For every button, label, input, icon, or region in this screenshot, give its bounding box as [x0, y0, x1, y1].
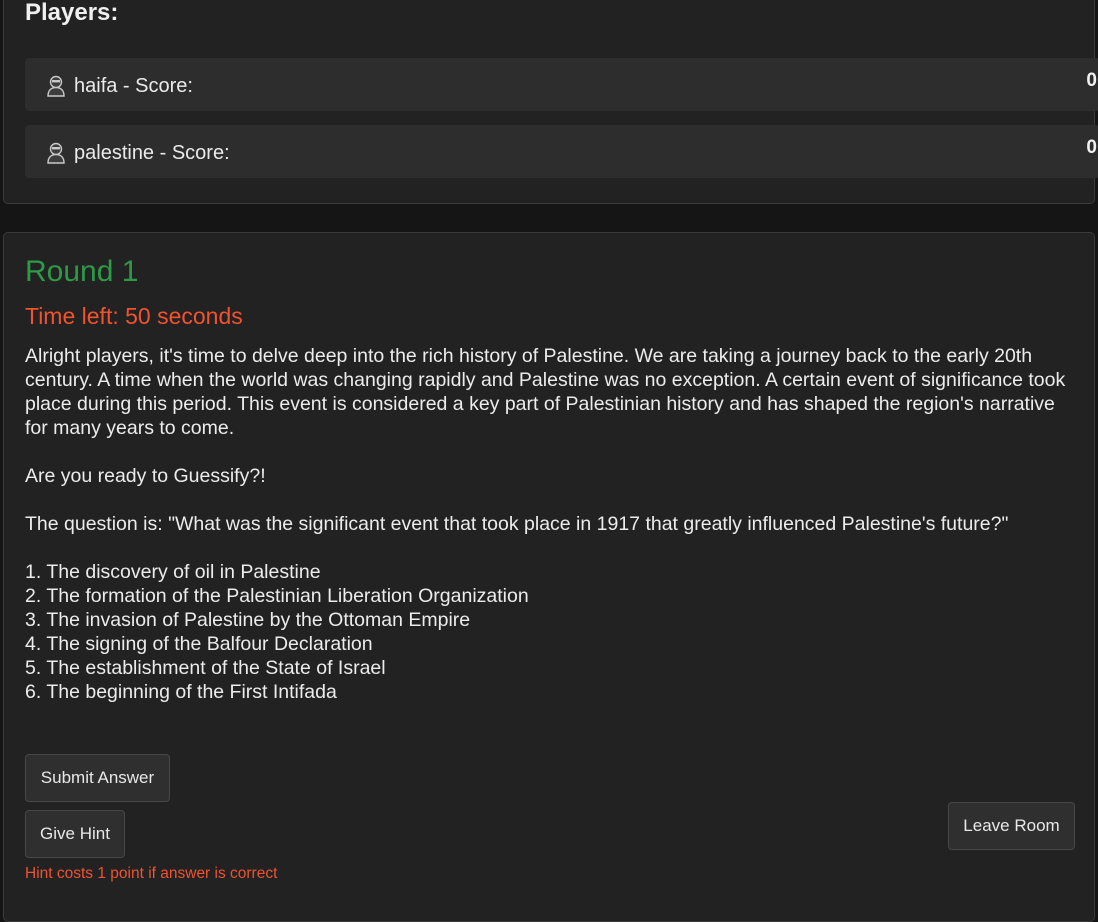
round-title: Round 1 — [25, 255, 139, 288]
user-avatar-icon — [47, 75, 65, 97]
round-panel: Round 1 Time left: 50 seconds Alright pl… — [3, 232, 1095, 922]
hint-cost-note: Hint costs 1 point if answer is correct — [25, 865, 278, 882]
give-hint-button[interactable]: Give Hint — [25, 810, 125, 858]
time-left-countdown: Time left: 50 seconds — [25, 303, 243, 329]
user-avatar-icon — [47, 142, 65, 164]
player-name-label: palestine - Score: — [74, 142, 230, 164]
question-text: Alright players, it's time to delve deep… — [25, 345, 1066, 703]
submit-answer-button[interactable]: Submit Answer — [25, 754, 170, 802]
players-title: Players: — [25, 0, 119, 26]
player-name-label: haifa - Score: — [74, 75, 193, 97]
player-score: 0 — [1086, 137, 1097, 158]
leave-room-button[interactable]: Leave Room — [948, 802, 1075, 850]
player-row: haifa - Score: 0 — [25, 58, 1098, 111]
player-row: palestine - Score: 0 — [25, 125, 1098, 178]
player-score: 0 — [1086, 70, 1097, 91]
players-panel: Players: haifa - Score: 0 palestine - Sc… — [3, 0, 1098, 204]
